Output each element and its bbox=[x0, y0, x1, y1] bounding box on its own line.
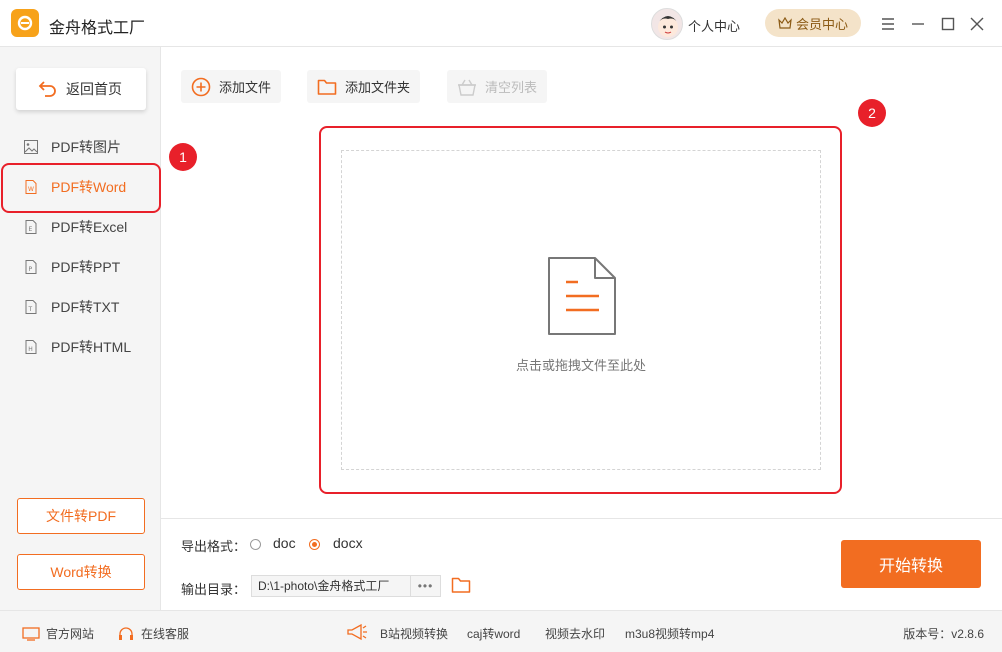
annotation-badge-2: 2 bbox=[858, 99, 886, 127]
promo-link-m3u8[interactable]: m3u8视频转mp4 bbox=[625, 625, 714, 642]
promo-link-caj[interactable]: caj转word bbox=[467, 625, 520, 642]
document-icon bbox=[548, 257, 616, 335]
minimize-icon[interactable] bbox=[908, 14, 928, 34]
output-path-field[interactable]: D:\1-photo\金舟格式工厂 ••• bbox=[251, 575, 441, 597]
clear-list-button[interactable]: 清空列表 bbox=[447, 70, 548, 103]
sidebar-item-pdf-to-word[interactable]: W PDF转Word bbox=[0, 167, 160, 207]
crown-icon bbox=[778, 17, 792, 29]
megaphone-icon bbox=[346, 623, 368, 644]
image-file-icon bbox=[24, 140, 38, 154]
word-convert-button[interactable]: Word转换 bbox=[17, 554, 145, 590]
add-file-button[interactable]: 添加文件 bbox=[181, 70, 282, 103]
sidebar: 返回首页 PDF转图片 W PDF转Word E PDF转Excel P PDF… bbox=[0, 47, 161, 610]
file-drop-zone[interactable]: 点击或拖拽文件至此处 bbox=[341, 150, 821, 470]
sidebar-item-pdf-to-image[interactable]: PDF转图片 bbox=[0, 127, 160, 167]
svg-text:T: T bbox=[28, 306, 33, 313]
official-website-label: 官方网站 bbox=[46, 627, 95, 641]
version-text: 版本号：v2.8.6 bbox=[903, 627, 984, 641]
folder-icon bbox=[317, 79, 337, 95]
clear-list-label: 清空列表 bbox=[485, 80, 538, 95]
user-avatar[interactable] bbox=[651, 8, 683, 40]
sidebar-item-pdf-to-txt[interactable]: T PDF转TXT bbox=[0, 287, 160, 327]
format-radio-docx[interactable] bbox=[309, 539, 320, 550]
promo-link-watermark[interactable]: 视频去水印 bbox=[545, 625, 605, 642]
sidebar-item-label: PDF转图片 bbox=[51, 139, 121, 155]
excel-file-icon: E bbox=[25, 220, 37, 234]
sidebar-item-label: PDF转HTML bbox=[51, 339, 132, 355]
add-folder-button[interactable]: 添加文件夹 bbox=[307, 70, 421, 103]
user-center-link[interactable]: 个人中心 bbox=[688, 16, 740, 35]
settings-panel: 导出格式： doc docx 输出目录： D:\1-photo\金舟格式工厂 •… bbox=[161, 518, 1002, 610]
status-bar: 官方网站 在线客服 B站视频转换 caj转word 视频去水印 m3u8视频转m… bbox=[0, 610, 1002, 652]
plus-circle-icon bbox=[191, 77, 211, 96]
svg-text:H: H bbox=[28, 346, 33, 353]
sidebar-item-label: PDF转Excel bbox=[51, 219, 128, 235]
menu-icon[interactable] bbox=[878, 14, 898, 34]
online-service-label: 在线客服 bbox=[141, 627, 190, 641]
app-title: 金舟格式工厂 bbox=[49, 20, 146, 37]
ppt-file-icon: P bbox=[25, 260, 37, 274]
output-path-value: D:\1-photo\金舟格式工厂 bbox=[258, 579, 390, 593]
headset-icon bbox=[119, 626, 133, 640]
sidebar-item-pdf-to-ppt[interactable]: P PDF转PPT bbox=[0, 247, 160, 287]
back-arrow-icon bbox=[38, 81, 56, 97]
format-option-doc[interactable]: doc bbox=[273, 535, 296, 551]
sidebar-item-pdf-to-excel[interactable]: E PDF转Excel bbox=[0, 207, 160, 247]
back-home-label: 返回首页 bbox=[66, 81, 122, 97]
add-folder-label: 添加文件夹 bbox=[345, 80, 411, 95]
output-dir-label: 输出目录： bbox=[181, 582, 247, 597]
monitor-icon bbox=[22, 626, 40, 641]
vip-center-button[interactable]: 会员中心 bbox=[765, 9, 861, 37]
title-bar: 金舟格式工厂 个人中心 会员中心 bbox=[0, 0, 1002, 47]
html-file-icon: H bbox=[25, 340, 37, 354]
file-to-pdf-button[interactable]: 文件转PDF bbox=[17, 498, 145, 534]
back-home-button[interactable]: 返回首页 bbox=[16, 68, 146, 110]
sidebar-item-label: PDF转TXT bbox=[51, 299, 120, 315]
sidebar-item-pdf-to-html[interactable]: H PDF转HTML bbox=[0, 327, 160, 367]
trash-basket-icon bbox=[458, 79, 476, 96]
svg-text:E: E bbox=[29, 226, 33, 233]
format-radio-doc[interactable] bbox=[250, 539, 261, 550]
close-icon[interactable] bbox=[967, 14, 987, 34]
promo-link-bilibili[interactable]: B站视频转换 bbox=[380, 625, 448, 642]
maximize-icon[interactable] bbox=[938, 14, 958, 34]
add-file-label: 添加文件 bbox=[219, 80, 272, 95]
txt-file-icon: T bbox=[25, 300, 37, 314]
browse-more-button[interactable]: ••• bbox=[410, 576, 440, 596]
drop-hint-text: 点击或拖拽文件至此处 bbox=[515, 358, 646, 373]
svg-text:W: W bbox=[28, 186, 34, 193]
start-convert-button[interactable]: 开始转换 bbox=[841, 540, 981, 588]
open-folder-icon[interactable] bbox=[451, 576, 471, 597]
sidebar-item-label: PDF转Word bbox=[51, 179, 127, 195]
word-file-icon: W bbox=[25, 180, 37, 194]
annotation-badge-1: 1 bbox=[169, 143, 197, 171]
online-service-link[interactable]: 在线客服 bbox=[117, 625, 189, 642]
sidebar-item-label: PDF转PPT bbox=[51, 259, 121, 275]
official-website-link[interactable]: 官方网站 bbox=[22, 625, 94, 642]
app-logo-icon bbox=[11, 9, 39, 37]
export-format-label: 导出格式： bbox=[181, 539, 247, 554]
format-option-docx[interactable]: docx bbox=[333, 535, 363, 551]
svg-text:P: P bbox=[29, 266, 33, 273]
vip-center-label: 会员中心 bbox=[795, 16, 848, 32]
